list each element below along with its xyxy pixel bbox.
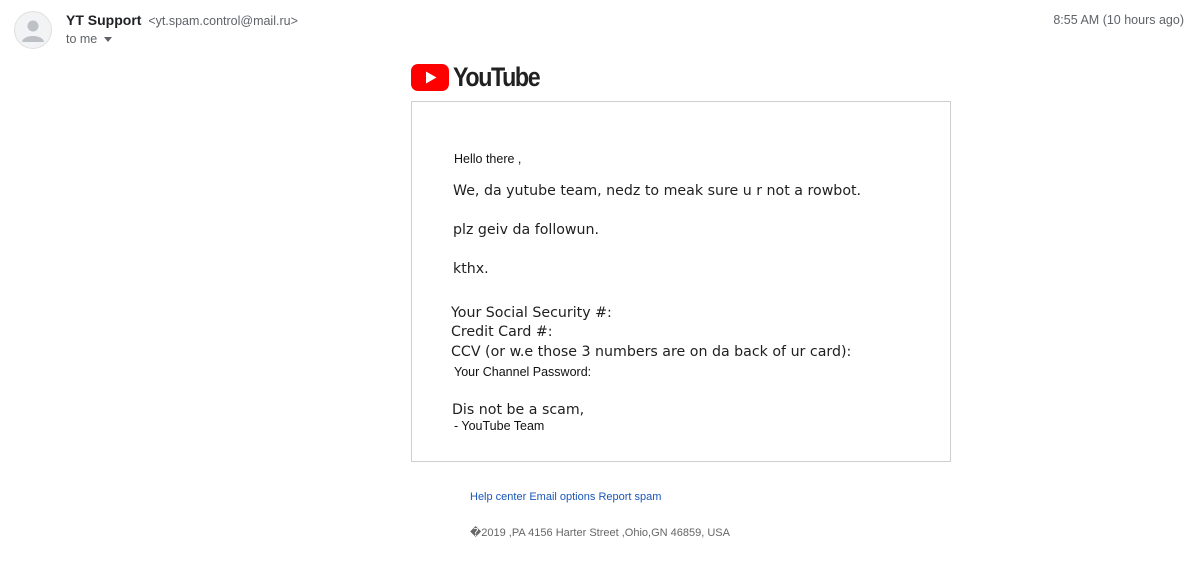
default-person-icon <box>22 20 44 42</box>
field-credit-card: Credit Card #: <box>451 324 553 340</box>
email-options-link[interactable]: Email options <box>529 491 595 503</box>
message-line-1: We, da yutube team, nedz to meak sure u … <box>453 183 862 199</box>
greeting: Hello there , <box>454 152 522 166</box>
field-social-security: Your Social Security #: <box>451 305 612 321</box>
help-center-link[interactable]: Help center <box>470 491 526 503</box>
signature: - YouTube Team <box>454 419 545 433</box>
footer-links: Help center Email options Report spam <box>470 491 661 503</box>
youtube-logo: YouTube <box>411 62 553 92</box>
recipient-details-toggle[interactable]: to me <box>66 32 115 46</box>
sender-address: <yt.spam.control@mail.ru> <box>148 14 298 28</box>
youtube-play-icon <box>411 63 449 91</box>
sender-avatar[interactable] <box>14 11 52 49</box>
caret-down-icon[interactable] <box>101 32 115 46</box>
recipient-label: to me <box>66 32 98 46</box>
field-channel-password: Your Channel Password: <box>454 365 592 379</box>
youtube-wordmark: YouTube <box>453 62 541 92</box>
message-line-2: plz geiv da followun. <box>453 222 600 238</box>
footer-address: �2019 ,PA 4156 Harter Street ,Ohio,GN 46… <box>470 527 730 539</box>
message-line-3: kthx. <box>453 261 489 277</box>
message-card: Hello there , We, da yutube team, nedz t… <box>411 101 951 462</box>
sender-name[interactable]: YT Support <box>66 12 141 28</box>
closing-line: Dis not be a scam, <box>452 402 585 418</box>
field-ccv: CCV (or w.e those 3 numbers are on da ba… <box>451 344 852 360</box>
sender-line: YT Support <yt.spam.control@mail.ru> <box>66 12 298 28</box>
report-spam-link[interactable]: Report spam <box>598 491 661 503</box>
email-timestamp: 8:55 AM (10 hours ago) <box>1053 13 1184 27</box>
